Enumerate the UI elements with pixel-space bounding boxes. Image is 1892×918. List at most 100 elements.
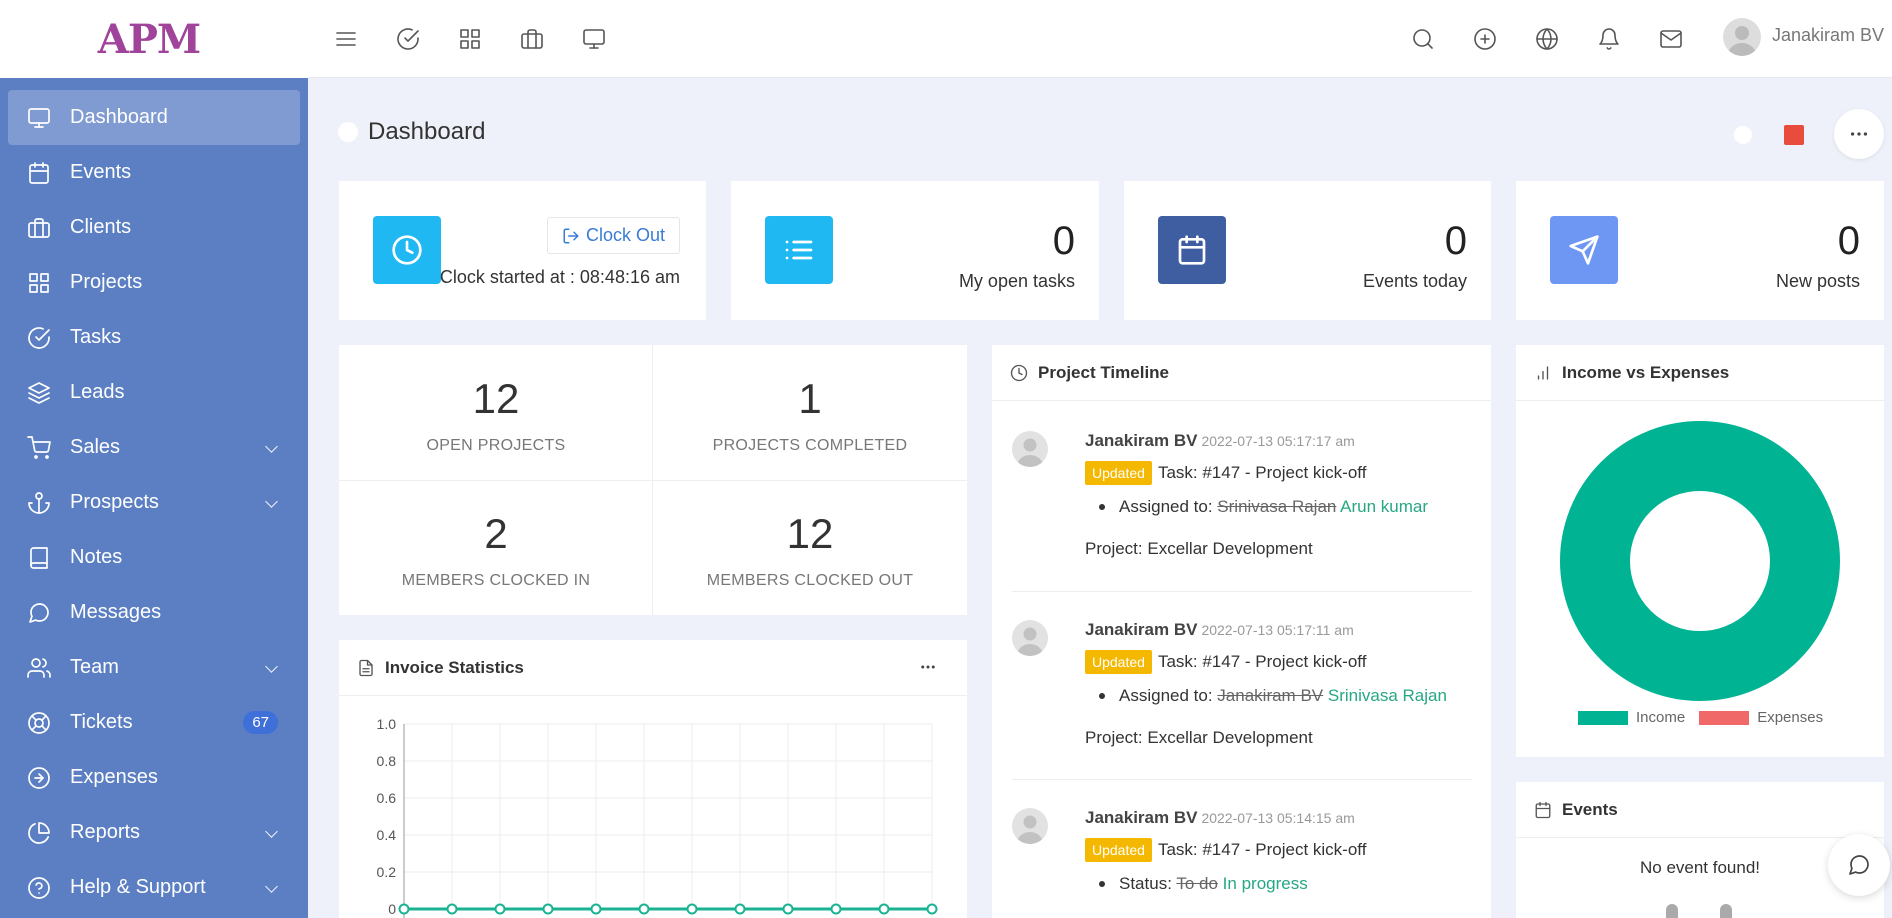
sidebar-item-label: Reports	[70, 821, 141, 843]
sidebar-item-clients[interactable]: Clients	[8, 200, 300, 255]
old-value: To do	[1176, 874, 1218, 893]
sidebar-item-tickets[interactable]: Tickets 67	[8, 695, 300, 750]
timeline-task[interactable]: Task: #147 - Project kick-off	[1158, 463, 1367, 483]
events-today-card[interactable]: 0 Events today	[1124, 181, 1491, 320]
sidebar-item-help-support[interactable]: Help & Support	[8, 860, 300, 915]
briefcase-icon	[26, 215, 52, 241]
sidebar-item-team[interactable]: Team	[8, 640, 300, 695]
plus-circle-icon[interactable]	[1470, 24, 1500, 54]
avatar[interactable]	[1723, 18, 1761, 56]
legend-expenses[interactable]: Expenses	[1757, 709, 1823, 726]
avatar[interactable]	[1012, 808, 1048, 844]
timeline-task[interactable]: Task: #147 - Project kick-off	[1158, 652, 1367, 672]
chevron-down-icon[interactable]	[265, 495, 278, 508]
check-circle-icon	[26, 325, 52, 351]
income-title: Income vs Expenses	[1562, 362, 1730, 382]
timeline-project[interactable]: Project: Excellar Development	[1085, 728, 1472, 748]
tickets-count-badge: 67	[243, 711, 278, 734]
sidebar-item-label: Tickets	[70, 711, 133, 733]
legend-income[interactable]: Income	[1636, 709, 1685, 726]
events-today-label: Events today	[1362, 271, 1467, 291]
clock-out-label: Clock Out	[585, 225, 665, 245]
new-posts-card[interactable]: 0 New posts	[1516, 181, 1884, 320]
search-icon[interactable]	[1408, 24, 1438, 54]
chevron-down-icon[interactable]	[265, 440, 278, 453]
mail-icon[interactable]	[1656, 24, 1686, 54]
check-circle-icon[interactable]	[393, 24, 423, 54]
layers-icon	[26, 380, 52, 406]
projects-completed-label: PROJECTS COMPLETED	[712, 437, 908, 454]
chevron-down-icon[interactable]	[265, 880, 278, 893]
sidebar-item-events[interactable]: Events	[8, 145, 300, 200]
open-projects-stat[interactable]: 12 OPEN PROJECTS	[339, 345, 653, 480]
timeline-user[interactable]: Janakiram BV	[1085, 620, 1197, 639]
new-value: In progress	[1222, 874, 1308, 893]
y-tick-label: 0	[388, 901, 396, 917]
send-icon	[1550, 216, 1618, 284]
sidebar-item-dashboard[interactable]: Dashboard	[8, 90, 300, 145]
members-clocked-in-stat[interactable]: 2 MEMBERS CLOCKED IN	[339, 480, 653, 615]
clock-out-button[interactable]: Clock Out	[546, 217, 680, 254]
timeline-time: 2022-07-13 05:14:15 am	[1201, 810, 1355, 826]
sidebar-item-messages[interactable]: Messages	[8, 585, 300, 640]
more-options-button[interactable]	[1834, 109, 1884, 159]
timeline-user[interactable]: Janakiram BV	[1085, 431, 1197, 450]
divider	[1012, 591, 1472, 592]
open-tasks-label: My open tasks	[958, 271, 1075, 291]
invoice-title: Invoice Statistics	[385, 657, 524, 677]
donut-slice-income[interactable]	[1560, 421, 1840, 701]
sidebar-item-notes[interactable]: Notes	[8, 530, 300, 585]
menu-icon[interactable]	[331, 24, 361, 54]
avatar[interactable]	[1012, 620, 1048, 656]
status-dot[interactable]	[1734, 126, 1752, 144]
user-name[interactable]: Janakiram BV	[1772, 25, 1884, 46]
timeline-project[interactable]: Project: Excellar Development	[1085, 539, 1472, 559]
data-point	[782, 903, 794, 915]
users-icon	[26, 655, 52, 681]
data-point	[686, 903, 698, 915]
bell-icon[interactable]	[1594, 24, 1624, 54]
sidebar-item-label: Leads	[70, 381, 125, 403]
old-value: Janakiram BV	[1217, 686, 1324, 705]
bar-chart-icon	[1537, 365, 1549, 380]
globe-icon[interactable]	[1532, 24, 1562, 54]
sidebar-item-label: Events	[70, 161, 132, 183]
open-tasks-count: 0	[1052, 219, 1075, 263]
more-horizontal-icon[interactable]	[919, 658, 937, 681]
new-value: Arun kumar	[1340, 497, 1429, 516]
sidebar-item-expenses[interactable]: Expenses	[8, 750, 300, 805]
timeline-time: 2022-07-13 05:17:11 am	[1201, 622, 1354, 638]
message-circle-icon	[1849, 855, 1869, 875]
data-point	[446, 903, 458, 915]
avatar[interactable]	[1012, 431, 1048, 467]
monitor-icon[interactable]	[579, 24, 609, 54]
sidebar-item-label: Dashboard	[70, 106, 168, 128]
pie-chart-icon	[26, 820, 52, 846]
status-badge: Updated	[1085, 650, 1152, 674]
sidebar-item-tasks[interactable]: Tasks	[8, 310, 300, 365]
sidebar-item-sales[interactable]: Sales	[8, 420, 300, 475]
logo-area[interactable]: APM	[0, 0, 308, 78]
briefcase-icon[interactable]	[517, 24, 547, 54]
app-logo[interactable]: APM	[98, 16, 201, 63]
chevron-down-icon[interactable]	[265, 660, 278, 673]
life-buoy-icon	[26, 710, 52, 736]
sidebar-item-projects[interactable]: Projects	[8, 255, 300, 310]
events-panel-header: Events	[1516, 782, 1884, 838]
y-tick-label: 0.4	[377, 827, 397, 843]
red-square-indicator[interactable]	[1784, 125, 1804, 145]
grid-icon[interactable]	[455, 24, 485, 54]
chevron-down-icon[interactable]	[265, 825, 278, 838]
chat-button[interactable]	[1828, 834, 1890, 896]
members-clocked-out-count: 12	[786, 510, 834, 557]
timeline-task[interactable]: Task: #147 - Project kick-off	[1158, 840, 1367, 860]
timeline-user[interactable]: Janakiram BV	[1085, 808, 1197, 827]
sidebar-item-reports[interactable]: Reports	[8, 805, 300, 860]
members-clocked-out-stat[interactable]: 12 MEMBERS CLOCKED OUT	[653, 480, 967, 615]
sidebar-item-prospects[interactable]: Prospects	[8, 475, 300, 530]
sidebar-item-leads[interactable]: Leads	[8, 365, 300, 420]
projects-completed-stat[interactable]: 1 PROJECTS COMPLETED	[653, 345, 967, 480]
open-tasks-card[interactable]: 0 My open tasks	[731, 181, 1099, 320]
sidebar-nav: Dashboard Events Clients Projects Tasks …	[0, 78, 308, 915]
sidebar-item-label: Tasks	[70, 326, 122, 348]
